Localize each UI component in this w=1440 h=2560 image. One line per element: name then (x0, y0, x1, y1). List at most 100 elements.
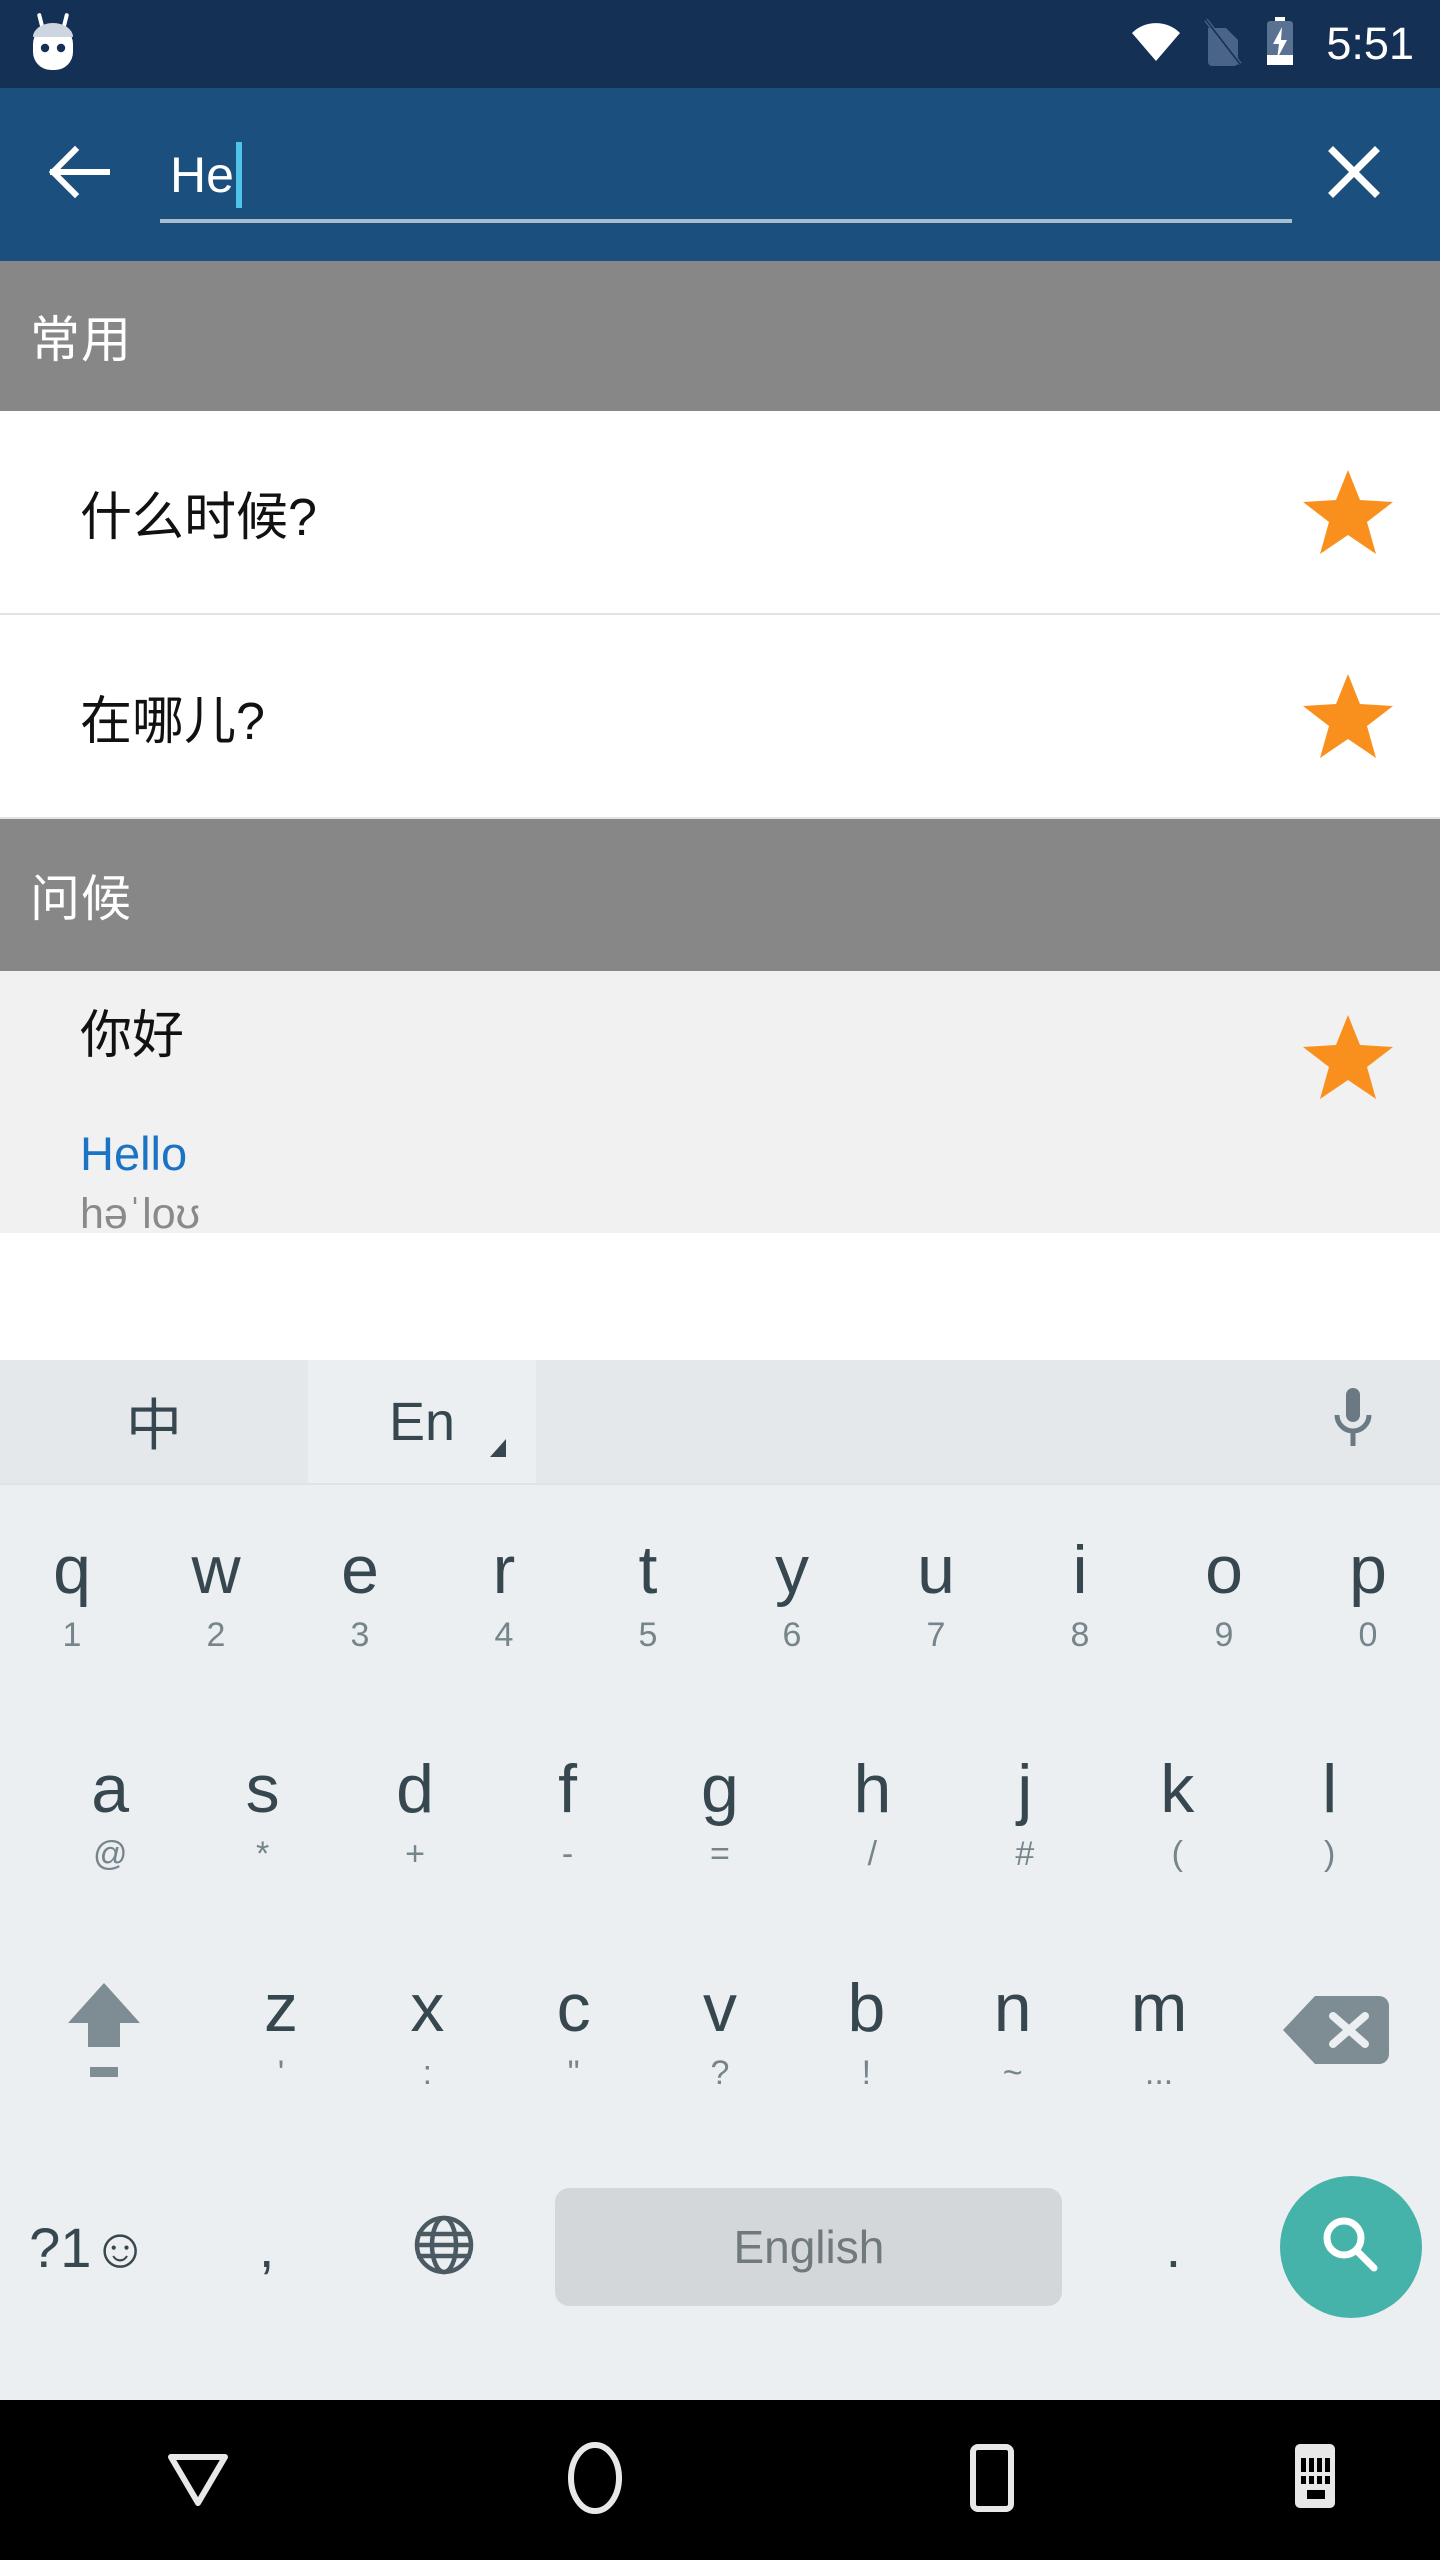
key-d[interactable]: d + (339, 1704, 491, 1923)
key-v[interactable]: v ? (647, 1923, 793, 2142)
nav-keyboard-switch-button[interactable] (1190, 2440, 1440, 2521)
row-2-right-pad (1406, 1704, 1440, 1923)
microphone-icon[interactable] (1330, 1384, 1376, 1459)
language-tab-english[interactable]: En (308, 1360, 536, 1483)
key-g[interactable]: g = (644, 1704, 796, 1923)
language-tab-english-label: En (388, 1391, 456, 1452)
key-r[interactable]: r 4 (432, 1485, 576, 1704)
status-bar: 5:51 (0, 0, 1440, 88)
section-header-greetings: 问候 (0, 819, 1440, 971)
key-label: s (245, 1750, 280, 1827)
spacebar-surface: English (555, 2188, 1063, 2306)
backspace-key[interactable] (1232, 1923, 1440, 2142)
suggestion-bar-spacer (536, 1360, 1440, 1483)
language-tab-chinese[interactable]: 中 (0, 1360, 308, 1483)
key-h[interactable]: h / (796, 1704, 948, 1923)
search-enter-key[interactable] (1262, 2142, 1440, 2352)
nav-recents-button[interactable] (793, 2442, 1190, 2519)
phone-screen: 5:51 He 常用 什么时候? 在哪儿? 问候 你好 Hello həˈloʊ… (0, 0, 1440, 2560)
nav-back-button[interactable] (0, 2447, 397, 2514)
key-b[interactable]: b ! (793, 1923, 939, 2142)
key-l[interactable]: l ) (1254, 1704, 1406, 1923)
period-label: . (1165, 2215, 1182, 2279)
key-t[interactable]: t 5 (576, 1485, 720, 1704)
comma-key[interactable]: , (178, 2142, 356, 2352)
shift-up-arrow-icon (62, 1975, 146, 2090)
list-item[interactable]: 什么时候? (0, 411, 1440, 615)
key-p[interactable]: p 0 (1296, 1485, 1440, 1704)
key-label: h (853, 1750, 892, 1827)
keyboard-row-4: ?1☺ , English . (0, 2142, 1440, 2352)
search-fab (1280, 2176, 1423, 2318)
key-j[interactable]: j # (949, 1704, 1101, 1923)
key-a[interactable]: a @ (34, 1704, 186, 1923)
key-o[interactable]: o 9 (1152, 1485, 1296, 1704)
key-sublabel: / (867, 1834, 878, 1873)
keyboard-row-2: a @ s * d + f - g = h / j # k (l) (0, 1704, 1440, 1923)
key-w[interactable]: w 2 (144, 1485, 288, 1704)
nav-back-down-triangle-icon (163, 2447, 233, 2514)
key-label: r (492, 1531, 516, 1608)
key-x[interactable]: x : (354, 1923, 500, 2142)
key-m[interactable]: m ... (1086, 1923, 1232, 2142)
key-e[interactable]: e 3 (288, 1485, 432, 1704)
entry-header-row: 你好 (80, 971, 1396, 1105)
key-q[interactable]: q 1 (0, 1485, 144, 1704)
system-navigation-bar (0, 2400, 1440, 2560)
list-item[interactable]: 在哪儿? (0, 615, 1440, 819)
key-i[interactable]: i 8 (1008, 1485, 1152, 1704)
key-z[interactable]: z ' (208, 1923, 354, 2142)
spacebar-label: English (733, 2221, 885, 2273)
key-sublabel: " (567, 2053, 580, 2092)
back-arrow-icon (48, 145, 115, 204)
clear-search-button[interactable] (1302, 123, 1406, 227)
star-filled-icon[interactable] (1300, 464, 1396, 560)
key-sublabel: = (710, 1834, 730, 1873)
key-label: f (558, 1750, 577, 1827)
nav-home-circle-icon (562, 2440, 628, 2521)
key-label: d (396, 1750, 434, 1827)
status-bar-right: 5:51 (1130, 16, 1414, 72)
key-n[interactable]: n ~ (940, 1923, 1086, 2142)
key-sublabel: 9 (1214, 1615, 1234, 1654)
key-c[interactable]: c " (501, 1923, 647, 2142)
star-filled-icon[interactable] (1300, 1009, 1396, 1105)
search-field[interactable]: He (152, 115, 1292, 235)
key-sublabel: 7 (926, 1615, 946, 1654)
key-y[interactable]: y 6 (720, 1485, 864, 1704)
chevron-corner-icon (490, 1439, 506, 1457)
key-label: z (263, 1969, 298, 2046)
list-item-expanded[interactable]: 你好 Hello həˈloʊ (0, 971, 1440, 1237)
keyboard-row-1: q 1 w 2 e 3 r 4 t 5 y 6 u 7 i 8 o 9 p 0 (0, 1485, 1440, 1704)
key-sublabel: 2 (206, 1615, 226, 1654)
key-k[interactable]: k ( (1101, 1704, 1253, 1923)
star-filled-icon[interactable] (1300, 668, 1396, 764)
key-sublabel: ... (1144, 2053, 1174, 2092)
key-label: v (703, 1969, 738, 2046)
key-label: n (993, 1969, 1032, 2046)
key-sublabel: 1 (62, 1615, 82, 1654)
key-sublabel: ? (710, 2053, 730, 2092)
symbols-emoji-key[interactable]: ?1☺ (0, 2142, 178, 2352)
key-sublabel: 8 (1070, 1615, 1090, 1654)
language-switch-key[interactable] (356, 2142, 534, 2352)
key-f[interactable]: f - (491, 1704, 643, 1923)
spacebar-key[interactable]: English (533, 2142, 1084, 2352)
back-button[interactable] (34, 127, 130, 223)
key-sublabel: 0 (1358, 1615, 1378, 1654)
key-label: w (191, 1531, 241, 1608)
status-bar-clock: 5:51 (1326, 18, 1414, 69)
text-cursor (235, 141, 242, 208)
key-label: y (775, 1531, 809, 1608)
shift-key[interactable] (0, 1923, 208, 2142)
period-key[interactable]: . (1084, 2142, 1262, 2352)
key-sublabel: : (422, 2053, 433, 2092)
key-s[interactable]: s * (186, 1704, 338, 1923)
entry-translation: Hello (80, 1127, 188, 1180)
nav-home-button[interactable] (397, 2440, 794, 2521)
keyboard-suggestion-bar: 中 En (0, 1360, 1440, 1485)
key-label: k (1160, 1750, 1195, 1827)
search-input-value[interactable]: He (152, 150, 234, 200)
key-u[interactable]: u 7 (864, 1485, 1008, 1704)
key-label: l (1322, 1750, 1338, 1827)
